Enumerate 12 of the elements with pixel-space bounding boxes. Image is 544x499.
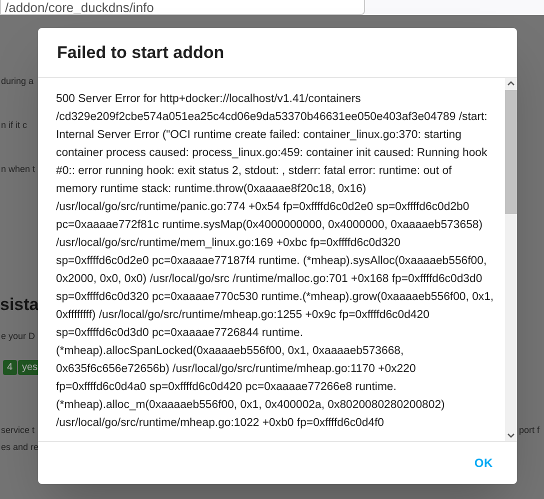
page-text: es and re [1, 441, 39, 454]
page-heading: sista [0, 294, 39, 316]
page-text: n if it c [1, 119, 28, 132]
scrollbar[interactable] [505, 78, 517, 441]
error-message: 500 Server Error for http+docker://localhost/v1.41/containers /cd329e209f2cbe574a051ea25c4cd06e9da53370b46631ee050e403af3e04789 /start: Internal Server Error ("OCI runtime create failed: container_linux.go:370: starting container process caused: process_linux.go:459: container init caused: Running hook #0:: error running hook: exit status 2, stdout: , stderr: fatal error: runtime: out of memory runtime stack: runtime.throw(0xaaaae8f20c18, 0x16) /usr/local/go/src/runtime/panic.go:774 +0x54 fp=0xffffd6c0d2e0 sp=0xffffd6c0d2b0 pc=0xaaaae772f81c runtime.sysMap(0x4000000000, 0x4000000, 0xaaaaeb573658) /usr/local/go/src/runtime/mem_linux.go:169 +0xbc fp=0xffffd6c0d320 sp=0xffffd6c0d2e0 pc=0xaaaae77187f4 runtime. (*mheap).sysAlloc(0xaaaaeb556f00, 0x2000, 0x0, 0x0) /usr/local/go/src /runtime/malloc.go:701 +0x168 fp=0xffffd6c0d3d0 sp=0xffffd6c0d320 pc=0xaaaae770c530 runtime.(*mheap).grow(0xaaaaeb556f00, 0x1, 0xffffffff) /usr/local/go/src/runtime/mheap.go:1255 +0x9c fp=0xffffd6c0d420 sp=0xffffd6c0d3d0 pc=0xaaaae7726844 runtime. (*mheap).allocSpanLocked(0xaaaaeb556f00, 0x1, 0xaaaaeb573668, 0x635f6c656e72656b) /usr/local/go/src/runtime/mheap.go:1170 +0x220 fp=0xffffd6c0d4a0 sp=0xffffd6c0d420 pc=0xaaaae77266e8 runtime. (*mheap).alloc_m(0xaaaaeb556f00, 0x1, 0x400002a, 0x8020080280200802) /usr/local/go/src/runtime/mheap.go:1022 +0xb0 fp=0xffffd6c0d4f0 [56, 92, 495, 431]
badge: 4 [3, 360, 17, 375]
page-text: service t [1, 424, 35, 437]
page-text: e your D [1, 330, 36, 343]
dialog-title: Failed to start addon [57, 42, 224, 64]
page-text: n when t [1, 163, 36, 176]
page-text: during a [1, 75, 34, 88]
page-text: port f [519, 424, 540, 437]
